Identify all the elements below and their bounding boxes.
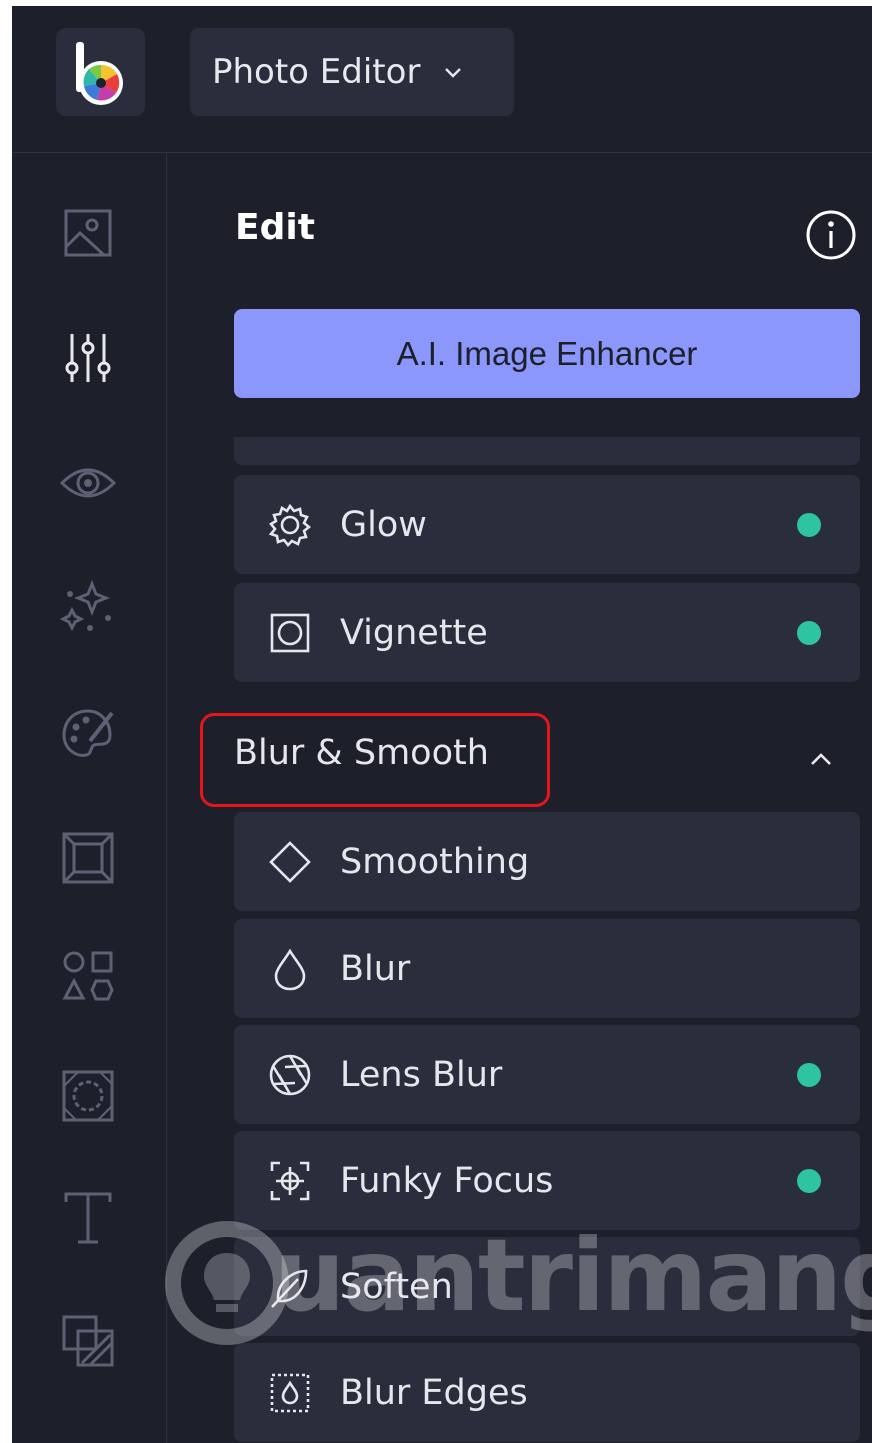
tool-label: Glow <box>340 504 427 545</box>
premium-badge <box>797 1168 821 1193</box>
chevron-down-icon <box>445 68 462 78</box>
focus-icon <box>270 1161 310 1200</box>
tool-label: Lens Blur <box>340 1054 503 1095</box>
info-icon[interactable] <box>805 209 857 261</box>
blur-edges-icon <box>270 1373 310 1412</box>
tool-blur-edges[interactable]: Blur Edges <box>234 1343 860 1442</box>
sliders-icon[interactable] <box>60 330 116 386</box>
befunky-logo[interactable] <box>56 28 145 116</box>
shapes-icon[interactable] <box>60 948 116 1004</box>
tool-smoothing[interactable]: Smoothing <box>234 812 860 911</box>
text-icon[interactable] <box>60 1190 116 1246</box>
drop-icon <box>274 947 306 990</box>
premium-badge <box>797 512 821 537</box>
frame-icon[interactable] <box>60 830 116 886</box>
tool-glow[interactable]: Glow <box>234 475 860 574</box>
panel-title: Edit <box>235 207 315 248</box>
tool-vignette[interactable]: Vignette <box>234 583 860 682</box>
image-icon[interactable] <box>60 205 116 261</box>
texture-icon[interactable] <box>60 1068 116 1124</box>
tool-label: Smoothing <box>340 841 530 882</box>
tool-label: Blur <box>340 948 411 989</box>
tool-sidebar <box>12 153 167 1443</box>
top-bar: Photo Editor <box>12 6 872 153</box>
aperture-icon <box>269 1054 311 1095</box>
tool-funky-focus[interactable]: Funky Focus <box>234 1131 860 1230</box>
eye-icon[interactable] <box>60 455 116 511</box>
diamond-icon <box>269 840 311 883</box>
vignette-icon <box>270 613 310 652</box>
gear-icon <box>268 503 312 547</box>
logo-icon <box>76 42 123 105</box>
photo-editor-app: Photo Editor Edit A.I. Image Enhancer Gl… <box>12 6 872 1443</box>
premium-badge <box>797 1062 821 1087</box>
app-mode-label: Photo Editor <box>212 52 421 92</box>
app-mode-dropdown[interactable]: Photo Editor <box>190 28 514 116</box>
palette-icon[interactable] <box>60 705 116 761</box>
sparkles-icon[interactable] <box>60 580 116 636</box>
edit-panel: Edit A.I. Image Enhancer Glow Vignette B… <box>167 153 872 1443</box>
feather-icon <box>271 1269 308 1308</box>
tool-lens-blur[interactable]: Lens Blur <box>234 1025 860 1124</box>
list-item-partial <box>234 437 860 465</box>
layers-icon[interactable] <box>60 1313 116 1369</box>
tool-label: Vignette <box>340 612 488 653</box>
ai-image-enhancer-button[interactable]: A.I. Image Enhancer <box>234 309 860 398</box>
tool-soften[interactable]: Soften <box>234 1237 860 1336</box>
chevron-up-icon[interactable] <box>807 745 835 773</box>
premium-badge <box>797 620 821 645</box>
tool-label: Funky Focus <box>340 1160 554 1201</box>
tool-label: Blur Edges <box>340 1372 528 1413</box>
tool-label: Soften <box>340 1266 453 1307</box>
tool-blur[interactable]: Blur <box>234 919 860 1018</box>
section-blur-smooth-title[interactable]: Blur & Smooth <box>234 733 489 773</box>
